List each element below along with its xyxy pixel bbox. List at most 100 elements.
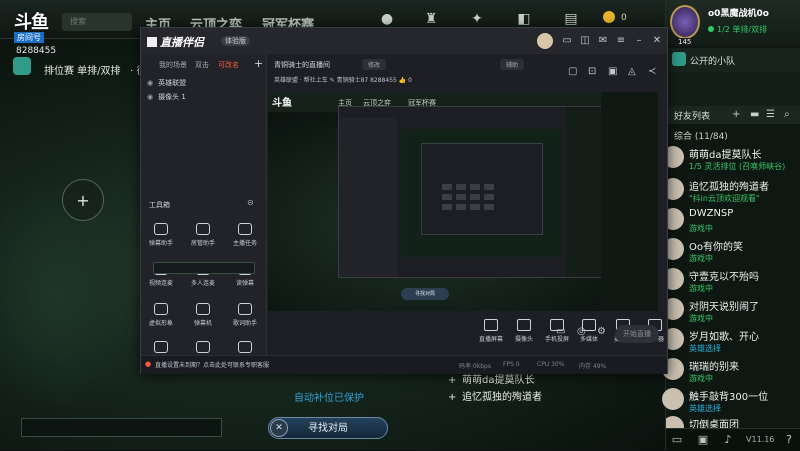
thumb bbox=[484, 194, 494, 200]
friends-header-label: 好友列表 bbox=[674, 112, 711, 122]
nested-sidebar bbox=[339, 117, 397, 277]
thumb bbox=[484, 184, 494, 190]
tool-more-3[interactable] bbox=[225, 341, 265, 356]
chat-input[interactable] bbox=[21, 418, 222, 437]
preview-eye-icon[interactable]: ◎ bbox=[577, 326, 586, 337]
stream-control-bar: 直播屏幕 摄像头 手机投屏 多媒体 麦克风 扬声器 bbox=[268, 311, 667, 355]
record-video-icon[interactable]: ▭ bbox=[556, 326, 565, 337]
stream-preview[interactable]: 斗鱼 主页 云顶之弈 冠军杯赛 寻找对局 bbox=[268, 92, 658, 311]
record-icon[interactable]: ▣ bbox=[608, 66, 617, 77]
download-icon bbox=[196, 341, 210, 353]
tv-icon[interactable]: ▭ bbox=[561, 35, 573, 46]
add-icon[interactable]: + bbox=[448, 372, 462, 389]
tool-danmu-helper[interactable]: 弹幕助手 bbox=[141, 223, 181, 247]
share-out-icon[interactable]: ≺ bbox=[648, 66, 656, 77]
friend-row[interactable]: 瑞瑞的别来 游戏中 bbox=[662, 356, 800, 390]
list-icon[interactable]: ☰ bbox=[766, 109, 775, 120]
suggested-friend[interactable]: + 萌萌da提莫队长 bbox=[448, 372, 542, 389]
edit-title-button[interactable]: 修改 bbox=[362, 59, 387, 70]
tab-my-scene[interactable]: 我的场景 bbox=[159, 60, 187, 70]
gift-icon[interactable]: ◫ bbox=[579, 35, 591, 46]
preview-social-panel bbox=[601, 92, 658, 311]
bitrate-stat: 码率 0kbps bbox=[459, 363, 491, 370]
help-icon[interactable]: ? bbox=[782, 433, 796, 447]
stream-app-logo: 直播伴侣 bbox=[147, 34, 204, 50]
add-icon[interactable]: + bbox=[448, 389, 462, 406]
eye-icon: ◉ bbox=[147, 93, 154, 101]
danmu-icon bbox=[154, 223, 168, 235]
tool-lyrics[interactable]: 歌词助手 bbox=[225, 303, 265, 327]
friend-row[interactable]: 对阴天说别闹了 游戏中 bbox=[662, 296, 800, 330]
friend-row[interactable]: 萌萌da提莫队长 1/5 灵活排位 (召唤师峡谷) bbox=[662, 144, 800, 178]
invite-slot-button[interactable]: + bbox=[62, 179, 104, 221]
social-footer: ▭ ▣ ♪ V11.16 ? bbox=[666, 428, 800, 451]
tool-more-1[interactable] bbox=[141, 341, 181, 356]
lock-icon[interactable]: ⊡ bbox=[588, 66, 596, 77]
thumb bbox=[470, 204, 480, 210]
coin-count: 0 bbox=[621, 13, 627, 23]
friend-row[interactable]: 切倒桌面团 bbox=[666, 414, 800, 428]
minimize-icon[interactable]: – bbox=[633, 35, 645, 46]
thumb bbox=[484, 204, 494, 210]
admin-icon bbox=[196, 223, 210, 235]
preview-find-match: 寻找对局 bbox=[401, 288, 449, 300]
friend-row[interactable]: 岁月如歌、开心 英雄选择 bbox=[662, 326, 800, 360]
task-icon bbox=[238, 223, 252, 235]
avatar[interactable] bbox=[537, 33, 553, 49]
chat-icon[interactable]: ▭ bbox=[670, 433, 684, 447]
status-message[interactable]: 直播设置未到期？点击此处可联系专职客服 bbox=[155, 360, 269, 369]
preview-logo: 斗鱼 bbox=[272, 98, 292, 109]
source-item[interactable]: ◉ 英雄联盟 bbox=[147, 78, 186, 88]
tool-admin-helper[interactable]: 房管助手 bbox=[183, 223, 223, 247]
missions-icon[interactable]: ▣ bbox=[696, 433, 710, 447]
tool-tasks[interactable]: 主播任务 bbox=[225, 223, 265, 247]
thumb bbox=[442, 184, 452, 190]
friend-row[interactable]: DWZNSP 游戏中 bbox=[662, 206, 800, 240]
queue-mode-label: 排位赛 单排/双排 bbox=[44, 66, 121, 77]
tab-renamable[interactable]: 可改名 bbox=[218, 60, 239, 70]
source-item[interactable]: ◉ 摄像头 1 bbox=[147, 92, 186, 102]
tool-avatar[interactable]: 虚拟形象 bbox=[141, 303, 181, 327]
screen-capture-button[interactable]: 直播屏幕 bbox=[476, 319, 506, 343]
friend-row[interactable]: 追忆孤独的殉道者 "抖in云顶欢迎观看" bbox=[662, 176, 800, 210]
start-live-button[interactable]: 开始直播 bbox=[615, 325, 659, 343]
party-header[interactable]: 公开的小队 bbox=[666, 48, 800, 72]
close-icon[interactable]: ✕ bbox=[270, 419, 288, 437]
mail-icon[interactable]: ✉ bbox=[597, 35, 609, 46]
collapse-icon[interactable]: ⊝ bbox=[247, 198, 254, 207]
add-source-icon[interactable]: + bbox=[254, 57, 263, 70]
profile-card[interactable]: 145 o0黑魔战机0o 1/2 单排/双排 bbox=[666, 0, 800, 46]
tool-danmu-machine[interactable]: 弹幕机 bbox=[183, 303, 223, 327]
avatar[interactable] bbox=[670, 5, 700, 39]
close-icon[interactable]: ✕ bbox=[651, 35, 663, 46]
tab-double-click[interactable]: 双击 bbox=[195, 60, 209, 70]
friends-header: 好友列表 + ▬ ☰ ⌕ bbox=[666, 106, 800, 124]
settings-gear-icon[interactable]: ⚙ bbox=[597, 326, 606, 337]
room-meta: 英雄联盟 · 帮社上车 ✎ 青铜骑士87 8288455 👍 0 bbox=[274, 77, 412, 84]
search-input[interactable]: 搜索 bbox=[62, 13, 132, 31]
profile-name: o0黑魔战机0o bbox=[708, 9, 769, 19]
search-icon[interactable]: ⌕ bbox=[784, 109, 790, 120]
level-badge: 145 bbox=[676, 38, 694, 46]
stream-status-bar: ● 直播设置未到期？点击此处可联系专职客服 码率 0kbps FPS 0 CPU… bbox=[141, 355, 667, 374]
add-friend-icon[interactable]: + bbox=[732, 109, 740, 120]
friend-row[interactable]: 守壹克以不殆吗 游戏中 bbox=[662, 266, 800, 300]
folder-icon[interactable]: ▬ bbox=[750, 109, 759, 120]
coin-icon bbox=[603, 11, 615, 23]
friend-group-label[interactable]: 综合 (11/84) bbox=[674, 129, 728, 142]
camera-button[interactable]: 摄像头 bbox=[509, 319, 539, 343]
share-icon[interactable]: ▢ bbox=[568, 66, 577, 77]
ranked-mode-icon bbox=[13, 57, 31, 75]
bell-icon[interactable]: ◬ bbox=[628, 66, 636, 77]
assist-button[interactable]: 辅助 bbox=[500, 59, 525, 70]
camera-icon bbox=[517, 319, 531, 331]
fps-stat: FPS 0 bbox=[503, 361, 520, 368]
monitor-icon bbox=[484, 319, 498, 331]
room-title: 青铜骑士的直播间 bbox=[274, 61, 330, 69]
suggested-friend[interactable]: + 追忆孤独的殉道者 bbox=[448, 389, 542, 406]
voice-icon[interactable]: ♪ bbox=[721, 433, 735, 447]
menu-icon[interactable]: ≡ bbox=[615, 35, 627, 46]
social-panel: 145 o0黑魔战机0o 1/2 单排/双排 公开的小队 好友列表 + ▬ ☰ … bbox=[662, 0, 800, 451]
tool-more-2[interactable] bbox=[183, 341, 223, 356]
friend-row[interactable]: Oo有你的笑 游戏中 bbox=[662, 236, 800, 270]
